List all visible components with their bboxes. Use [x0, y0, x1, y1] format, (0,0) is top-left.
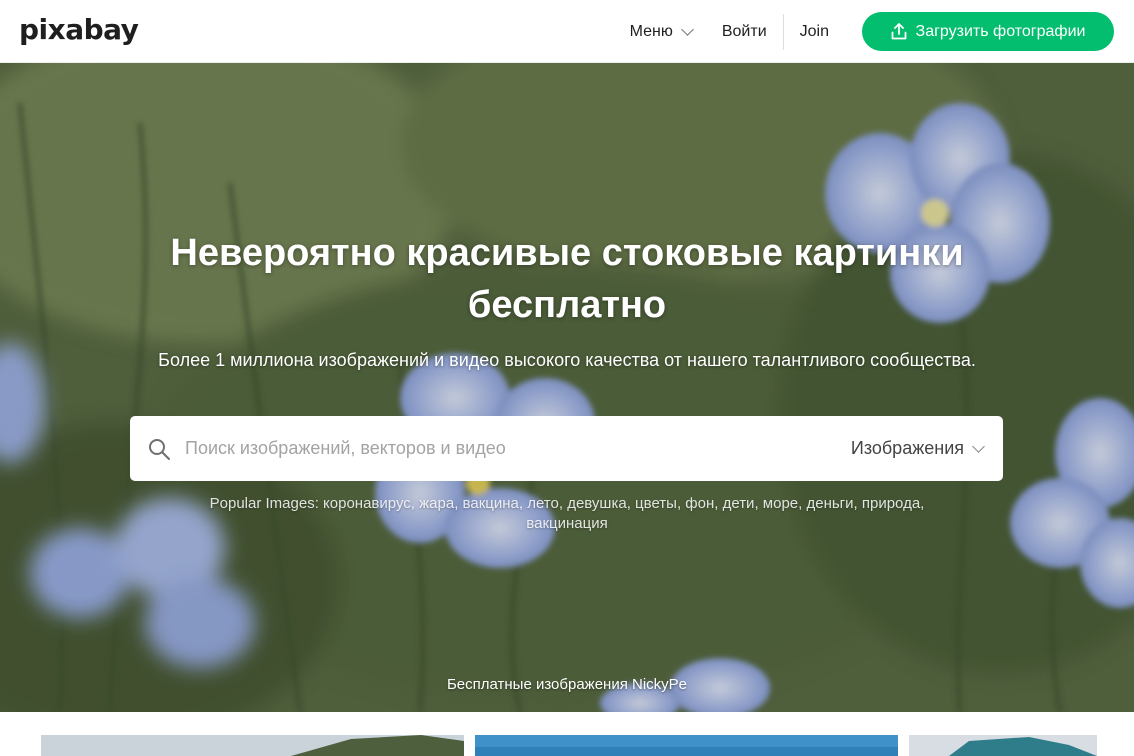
- popular-tag-link[interactable]: дети: [723, 495, 755, 512]
- popular-label: Popular Images:: [209, 495, 319, 512]
- popular-tag-link[interactable]: море: [763, 495, 798, 512]
- search-icon[interactable]: [147, 437, 171, 461]
- popular-tag-link[interactable]: вакцина: [463, 495, 519, 512]
- popular-tag-link[interactable]: жара: [419, 495, 454, 512]
- popular-tag-link[interactable]: цветы: [635, 495, 677, 512]
- menu-dropdown[interactable]: Меню: [629, 22, 694, 41]
- hero-content: Невероятно красивые стоковые картинки бе…: [0, 63, 1134, 712]
- popular-tag-link[interactable]: лето: [527, 495, 559, 512]
- image-grid: [0, 712, 1134, 756]
- popular-tag-link[interactable]: вакцинация: [526, 515, 607, 532]
- popular-tag-link[interactable]: девушка: [567, 495, 627, 512]
- pixabay-logo[interactable]: pixabay: [19, 13, 139, 46]
- search-bar: Изображения: [130, 416, 1003, 481]
- upload-label: Загрузить фотографии: [915, 22, 1086, 40]
- search-type-label: Изображения: [850, 438, 964, 458]
- popular-tags: Popular Images: коронавирус, жара, вакци…: [167, 494, 967, 534]
- chevron-down-icon: [680, 22, 694, 36]
- image-thumbnail[interactable]: [41, 735, 464, 756]
- popular-tag-link[interactable]: фон: [685, 495, 714, 512]
- upload-photos-button[interactable]: Загрузить фотографии: [862, 12, 1114, 51]
- hero-title-line2: бесплатно: [467, 284, 667, 326]
- top-header: pixabay Меню Войти Join Загрузить фотогр…: [0, 0, 1134, 63]
- hero-title-line1: Невероятно красивые стоковые картинки: [170, 232, 964, 274]
- popular-tag-link[interactable]: природа: [862, 495, 920, 512]
- menu-label: Меню: [629, 22, 673, 40]
- top-nav: Меню Войти Join Загрузить фотографии: [630, 0, 1134, 63]
- upload-icon: [891, 23, 906, 40]
- login-link[interactable]: Войти: [722, 13, 784, 50]
- image-thumbnail[interactable]: [475, 735, 898, 756]
- image-credit-link[interactable]: Бесплатные изображения NickyPe: [0, 676, 1134, 693]
- hero-banner: Невероятно красивые стоковые картинки бе…: [0, 63, 1134, 712]
- popular-tag-link[interactable]: коронавирус: [323, 495, 411, 512]
- popular-tag-link[interactable]: деньги: [806, 495, 853, 512]
- search-input[interactable]: [185, 438, 785, 459]
- hero-title: Невероятно красивые стоковые картинки бе…: [117, 227, 1017, 331]
- join-link[interactable]: Join: [800, 23, 829, 41]
- chevron-down-icon: [972, 439, 985, 453]
- search-type-dropdown[interactable]: Изображения: [850, 416, 985, 481]
- image-thumbnail[interactable]: [909, 735, 1097, 756]
- popular-tag-list: коронавирус, жара, вакцина, лето, девушк…: [323, 495, 925, 532]
- hero-subtitle: Более 1 миллиона изображений и видео выс…: [158, 350, 976, 370]
